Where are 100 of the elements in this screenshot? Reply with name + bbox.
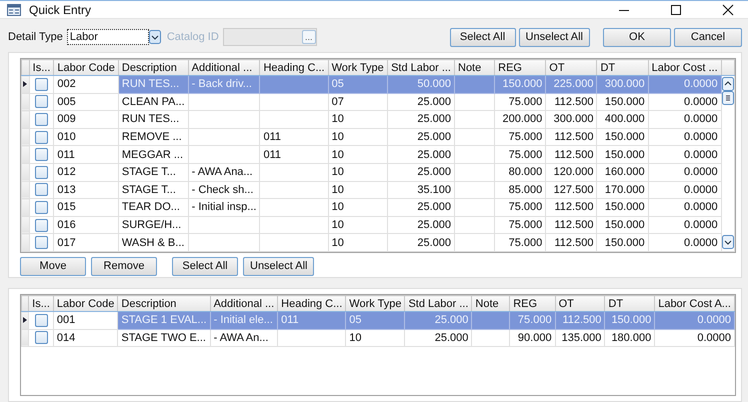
- table-cell: 0.0000: [684, 184, 718, 196]
- table-cell: 160.000: [604, 166, 645, 178]
- row-checkbox[interactable]: [35, 218, 48, 232]
- table-cell: STAGE TWO E...: [121, 332, 206, 344]
- column-header[interactable]: Additional ...: [188, 60, 260, 76]
- catalog-id-label: Catalog ID: [166, 31, 219, 43]
- row-checkbox[interactable]: [35, 183, 48, 196]
- table-cell: 170.000: [604, 184, 645, 196]
- dialog-button[interactable]: Unselect All: [518, 28, 590, 46]
- column-header[interactable]: REG: [494, 60, 546, 76]
- table-cell: 112.500: [554, 236, 594, 249]
- column-header[interactable]: Labor Code: [53, 296, 118, 312]
- table-cell: 25.000: [417, 131, 451, 144]
- column-header[interactable]: Std Labor ...: [388, 60, 454, 76]
- row-checkbox[interactable]: [35, 130, 48, 144]
- column-header[interactable]: Note: [472, 296, 510, 312]
- table-cell: 0.0000: [684, 219, 718, 232]
- column-header[interactable]: Is...: [29, 60, 54, 76]
- catalog-id-field[interactable]: ...: [222, 28, 317, 46]
- table-cell: MEGGAR ...: [122, 148, 184, 161]
- table-cell: 300.000: [604, 78, 645, 90]
- row-checkbox[interactable]: [35, 95, 48, 108]
- scrollbar[interactable]: [721, 76, 734, 252]
- row-checkbox[interactable]: [34, 331, 48, 344]
- table-cell: 35.100: [417, 184, 451, 196]
- row-checkbox[interactable]: [35, 236, 48, 250]
- table-cell: 25.000: [417, 96, 451, 108]
- form-icon: [7, 4, 21, 16]
- column-header[interactable]: Labor Cost A...: [654, 296, 734, 312]
- column-header[interactable]: Description: [118, 296, 210, 312]
- grid-button[interactable]: Remove: [91, 256, 157, 276]
- grid-button[interactable]: Move: [20, 256, 86, 276]
- table-cell: 75.000: [508, 148, 542, 161]
- table-cell: 75.000: [508, 236, 542, 249]
- dialog-button[interactable]: OK: [603, 28, 671, 46]
- close-icon[interactable]: [722, 4, 734, 16]
- table-cell: 150.000: [604, 219, 645, 232]
- column-header[interactable]: Labor Code: [54, 60, 118, 76]
- grid-button[interactable]: Unselect All: [243, 256, 314, 276]
- table-cell: 011: [281, 314, 299, 326]
- table-cell: - Initial ele...: [214, 314, 273, 326]
- row-checkbox[interactable]: [35, 200, 48, 214]
- table-cell: STAGE T...: [122, 184, 176, 196]
- table-cell: - AWA An...: [214, 332, 268, 344]
- column-header[interactable]: DT: [604, 296, 655, 312]
- column-header[interactable]: Work Type: [328, 60, 388, 76]
- dialog-button[interactable]: Cancel: [674, 28, 742, 46]
- column-header[interactable]: Additional ...: [210, 296, 278, 312]
- row-checkbox[interactable]: [34, 314, 48, 327]
- table-cell: 05: [349, 314, 362, 326]
- scroll-thumb-icon[interactable]: [722, 91, 734, 105]
- column-header[interactable]: Heading C...: [278, 296, 346, 312]
- table-cell: 120.000: [554, 166, 594, 178]
- column-header[interactable]: Description: [118, 60, 188, 76]
- table-cell: 25.000: [417, 219, 451, 232]
- table-cell: 400.000: [604, 113, 645, 126]
- dialog-button[interactable]: Select All: [450, 28, 516, 46]
- window-title: Quick Entry: [29, 2, 92, 16]
- column-header[interactable]: Heading C...: [260, 60, 328, 76]
- browse-button[interactable]: ...: [302, 30, 316, 44]
- table-cell: 112.500: [554, 201, 594, 214]
- table-cell: 10: [332, 219, 344, 232]
- row-checkbox[interactable]: [35, 112, 48, 126]
- caret-icon: [148, 30, 161, 44]
- table-cell: 150.000: [604, 201, 645, 214]
- table-cell: 75.000: [518, 314, 552, 326]
- table-cell: 10: [332, 166, 344, 178]
- row-checkbox[interactable]: [35, 148, 48, 162]
- column-header[interactable]: Is...: [28, 296, 54, 312]
- detail-type-label: Detail Type: [8, 31, 63, 43]
- maximize-icon[interactable]: [670, 4, 682, 16]
- column-header[interactable]: OT: [546, 60, 597, 76]
- table-cell: STAGE T...: [122, 166, 176, 178]
- table-cell: RUN TES...: [122, 78, 180, 90]
- row-header[interactable]: [22, 76, 30, 94]
- table-cell: 112.500: [554, 148, 594, 161]
- table-cell: 10: [332, 148, 344, 161]
- column-header[interactable]: OT: [555, 296, 605, 312]
- column-header[interactable]: DT: [596, 60, 648, 76]
- scroll-up-icon[interactable]: [722, 77, 734, 91]
- row-checkbox[interactable]: [35, 78, 48, 91]
- table-cell: 017: [57, 236, 76, 249]
- column-header[interactable]: Labor Cost ...: [648, 60, 722, 76]
- current-row-icon: [23, 317, 28, 324]
- column-header[interactable]: Std Labor ...: [404, 296, 472, 312]
- table-cell: 75.000: [508, 201, 542, 214]
- table-cell: 015: [57, 201, 76, 214]
- table-cell: 25.000: [417, 201, 451, 214]
- table-cell: 180.000: [611, 332, 652, 344]
- table-cell: 135.000: [562, 332, 602, 344]
- row-checkbox[interactable]: [35, 166, 48, 179]
- table-cell: SURGE/H...: [122, 219, 182, 232]
- column-header[interactable]: REG: [510, 296, 556, 312]
- column-header[interactable]: Note: [454, 60, 495, 76]
- grid-button[interactable]: Select All: [172, 256, 238, 276]
- table-cell: 85.000: [508, 184, 542, 196]
- scroll-down-icon[interactable]: [722, 235, 734, 249]
- column-header[interactable]: Work Type: [346, 296, 405, 312]
- table-cell: 25.000: [434, 332, 468, 344]
- row-header[interactable]: [22, 312, 29, 330]
